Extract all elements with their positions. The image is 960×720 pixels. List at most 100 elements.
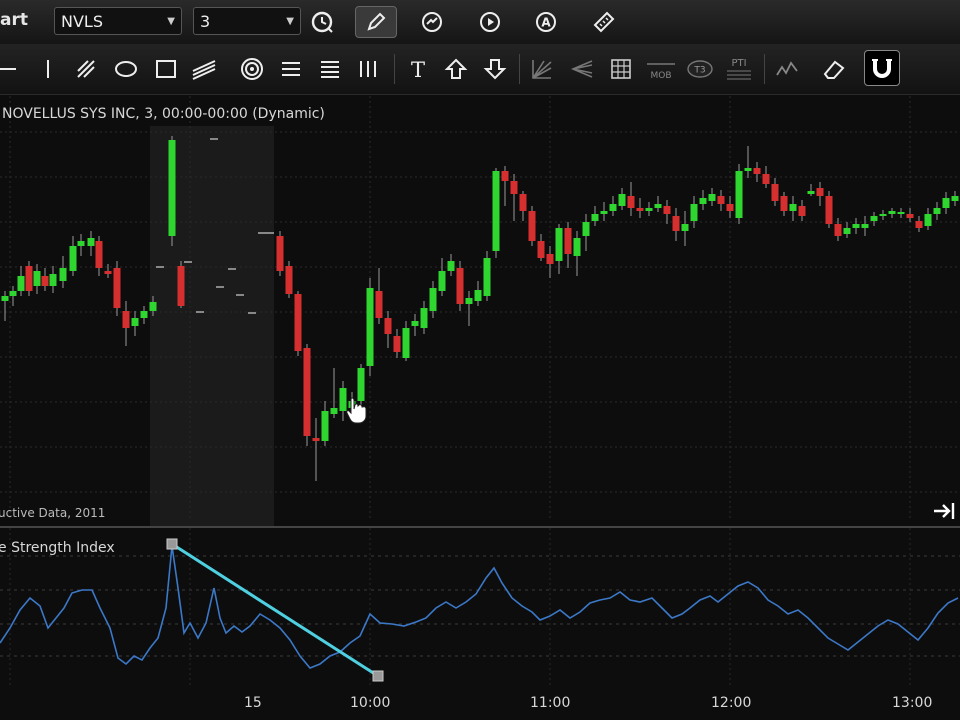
- target-icon[interactable]: [236, 53, 268, 85]
- trendline-icon[interactable]: [70, 53, 102, 85]
- dash-mark: [216, 286, 224, 288]
- candle-body: [177, 266, 185, 306]
- scroll-to-end-icon[interactable]: [932, 500, 958, 522]
- gann-fan-icon[interactable]: [526, 53, 558, 85]
- dash-mark: [184, 261, 192, 263]
- candle-body: [95, 241, 103, 268]
- candle-body: [699, 198, 707, 204]
- pti-label: PTI: [731, 58, 746, 69]
- text-icon[interactable]: T: [402, 53, 434, 85]
- candle-body: [618, 194, 626, 206]
- grid-icon[interactable]: [605, 53, 637, 85]
- ruler-icon[interactable]: [588, 6, 620, 38]
- candle-body: [321, 411, 329, 441]
- candle-body: [645, 208, 653, 211]
- candle-body: [672, 216, 680, 231]
- trendline-handle: [372, 670, 384, 682]
- vertical-bars-icon[interactable]: [352, 53, 384, 85]
- dash-mark: [210, 138, 218, 140]
- magnet-icon[interactable]: [864, 50, 900, 86]
- candle-body: [888, 211, 896, 214]
- candle-body: [456, 268, 464, 304]
- candle-body: [834, 224, 842, 236]
- toolbar-divider: [764, 54, 765, 84]
- candle-body: [906, 214, 914, 218]
- vertical-line-icon[interactable]: [32, 53, 64, 85]
- candle-body: [816, 188, 824, 196]
- arrow-up-icon[interactable]: [440, 53, 472, 85]
- candle-body: [933, 208, 941, 214]
- eraser-icon[interactable]: [818, 53, 850, 85]
- symbol-combo[interactable]: NVLS ▼: [54, 7, 182, 35]
- fib-fan-icon[interactable]: [566, 53, 598, 85]
- candle-body: [276, 236, 284, 271]
- svg-text:T: T: [411, 58, 425, 81]
- dash-mark: [266, 232, 274, 234]
- candle-body: [69, 246, 77, 271]
- equal-lines-icon[interactable]: [314, 53, 346, 85]
- rsi-plot[interactable]: [0, 528, 960, 688]
- chevron-down-icon[interactable]: ▼: [286, 8, 294, 36]
- horizontal-line-icon[interactable]: [0, 53, 26, 85]
- candle-body: [663, 206, 671, 214]
- pti-icon[interactable]: PTI: [722, 53, 756, 85]
- candle-body: [41, 276, 49, 286]
- mob-label: MOB: [650, 71, 671, 81]
- rectangle-icon[interactable]: [150, 53, 182, 85]
- interval-value: 3: [200, 12, 211, 31]
- dash-mark: [236, 294, 244, 296]
- price-chart[interactable]: NOVELLUS SYS INC, 3, 00:00-00:00 (Dynami…: [0, 96, 960, 526]
- candle-body: [735, 171, 743, 218]
- candle-body: [951, 196, 959, 201]
- clock-icon[interactable]: [306, 6, 338, 38]
- t3-icon[interactable]: T3: [684, 53, 716, 85]
- candle-body: [77, 241, 85, 246]
- lines-icon[interactable]: [275, 53, 307, 85]
- rsi-title: e Strength Index: [0, 540, 115, 556]
- candle-body: [492, 171, 500, 251]
- t3-label: T3: [693, 66, 705, 76]
- candle-body: [654, 204, 662, 208]
- candle-body: [9, 291, 17, 296]
- arrow-down-icon[interactable]: [479, 53, 511, 85]
- hand-cursor-icon: [345, 396, 367, 424]
- candle-body: [528, 211, 536, 241]
- candle-body: [131, 318, 139, 326]
- candle-body: [627, 196, 635, 208]
- candle-body: [140, 311, 148, 318]
- zigzag-icon[interactable]: [771, 53, 803, 85]
- candle-body: [690, 204, 698, 221]
- candle-body: [573, 238, 581, 256]
- candle-body: [708, 194, 716, 201]
- play-icon[interactable]: [474, 6, 506, 38]
- ellipse-icon[interactable]: [110, 53, 142, 85]
- mob-icon[interactable]: MOB: [644, 53, 678, 85]
- candle-body: [897, 212, 905, 214]
- dash-mark: [196, 311, 204, 313]
- candle-body: [609, 204, 617, 211]
- candle-body: [1, 296, 9, 301]
- candlestick-plot[interactable]: [0, 96, 960, 526]
- interval-combo[interactable]: 3 ▼: [193, 7, 301, 35]
- top-toolbar: art NVLS ▼ 3 ▼ A: [0, 0, 960, 45]
- candle-body: [375, 291, 383, 318]
- candle-body: [744, 168, 752, 171]
- time-label: 10:00: [350, 695, 391, 711]
- candle-body: [879, 214, 887, 216]
- candle-body: [843, 228, 851, 234]
- rsi-line: [0, 545, 959, 669]
- rsi-panel[interactable]: e Strength Index: [0, 528, 960, 688]
- pencil-icon[interactable]: [355, 6, 397, 38]
- time-label: 12:00: [711, 695, 752, 711]
- channel-icon[interactable]: [188, 53, 220, 85]
- refresh-icon[interactable]: [416, 6, 448, 38]
- candle-body: [113, 268, 121, 308]
- candle-body: [149, 302, 157, 311]
- candle-body: [591, 214, 599, 221]
- candle-body: [483, 258, 491, 296]
- auto-icon[interactable]: A: [530, 6, 562, 38]
- candle-body: [780, 196, 788, 211]
- copyright-label: uctive Data, 2011: [0, 506, 106, 520]
- candle-body: [17, 276, 25, 291]
- chevron-down-icon[interactable]: ▼: [167, 8, 175, 36]
